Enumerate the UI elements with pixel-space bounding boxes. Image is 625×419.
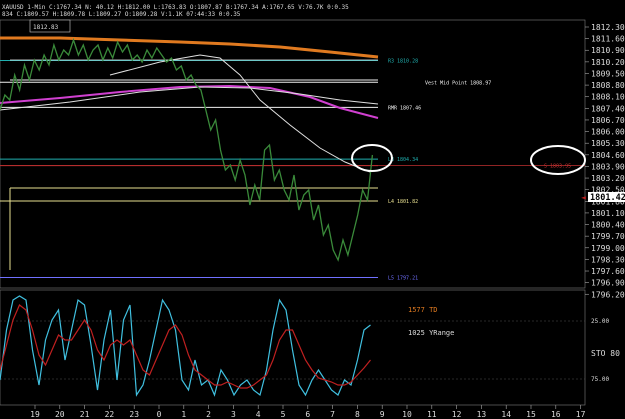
price-tick-label: 1797.60 [591, 267, 625, 276]
time-tick-label: 1 [181, 410, 186, 419]
time-tick-label: 9 [380, 410, 385, 419]
time-tick-label: 13 [477, 410, 487, 419]
level-label: S 1803.95 [544, 164, 571, 170]
price-tick-label: 1796.90 [591, 279, 625, 288]
time-tick-label: 10 [402, 410, 412, 419]
time-tick-label: 17 [576, 410, 586, 419]
price-tick-label: 1809.50 [591, 69, 625, 78]
time-tick-label: 8 [355, 410, 360, 419]
price-tick-label: 1803.90 [591, 162, 625, 171]
indicator-lower-value: 75.00 [591, 376, 609, 383]
time-tick-label: 4 [256, 410, 261, 419]
level-label: Vest Mid Point 1808.97 [425, 80, 491, 86]
indicator-name: STO 80 [591, 349, 620, 358]
time-tick-label: 0 [157, 410, 162, 419]
time-tick-label: 14 [501, 410, 511, 419]
time-tick-label: 21 [80, 410, 90, 419]
time-tick-label: 11 [427, 410, 437, 419]
time-tick-label: 22 [105, 410, 115, 419]
current-price-marker: ◄ [581, 193, 586, 202]
time-tick-label: 23 [129, 410, 139, 419]
time-tick-label: 20 [55, 410, 65, 419]
price-line [0, 37, 374, 262]
price-tick-label: 1812.30 [591, 23, 625, 32]
time-tick-label: 6 [305, 410, 310, 419]
price-tick-label: 1807.40 [591, 104, 625, 113]
time-axis: 19 20 21 22 23 0 1 2 3 4 5 6 7 8 9 10 11 12 13 14 15 16 17 [30, 405, 586, 419]
indicator-td-label: 1577 TD [408, 306, 438, 314]
price-tick-label: 1801.10 [591, 209, 625, 218]
price-axis: 1812.30 1811.60 1810.90 1810.20 1809.50 1808.… [585, 23, 625, 299]
moving-average-fast [109, 54, 371, 173]
time-tick-label: 19 [30, 410, 40, 419]
indicator-yrange-label: 1025 YRange [408, 329, 454, 337]
price-tick-label: 1806.70 [591, 116, 625, 125]
price-tick-label: 1799.70 [591, 232, 625, 241]
indicator-upper-value: 25.00 [591, 318, 609, 325]
price-tick-label: 1803.20 [591, 174, 625, 183]
time-tick-label: 12 [452, 410, 462, 419]
level-label: R3 1810.28 [388, 59, 418, 65]
level-label: RMR 1807.46 [388, 105, 421, 111]
current-price-label: 1801.42 [590, 193, 625, 203]
price-tick-label: 1808.80 [591, 81, 625, 90]
price-tick-label: 1811.60 [591, 35, 625, 44]
highlight-ellipse-level [530, 145, 586, 175]
price-tick-label: 1810.20 [591, 58, 625, 67]
time-tick-label: 16 [551, 410, 561, 419]
price-tick-label: 1805.30 [591, 139, 625, 148]
price-tick-label: 1800.40 [591, 221, 625, 230]
level-label: L4 1801.82 [388, 199, 418, 205]
price-tick-label: 1799.00 [591, 244, 625, 253]
time-tick-label: 3 [231, 410, 236, 419]
price-tick-label: 1810.90 [591, 46, 625, 55]
chart-lines [0, 36, 379, 397]
time-tick-label: 2 [206, 410, 211, 419]
price-tick-label: 1798.30 [591, 255, 625, 264]
price-tick-label: 1808.10 [591, 93, 625, 102]
chart-canvas[interactable]: XAUUSD 1-Min C:1767.34 N: 40.12 H:1812.0… [0, 0, 625, 419]
chart-header-line1: XAUUSD 1-Min C:1767.34 N: 40.12 H:1812.0… [2, 4, 349, 11]
top-box-label: 1812.83 [33, 24, 59, 31]
chart-header-line2: 834 C:1809.57 H:1809.78 L:1809.27 O:1809… [2, 11, 241, 18]
time-tick-label: 15 [526, 410, 536, 419]
price-tick-label: 1806.00 [591, 128, 625, 137]
moving-average-magenta [0, 84, 379, 119]
time-tick-label: 7 [330, 410, 335, 419]
price-levels: R3 1810.28 Vest Mid Point 1808.97 RMR 1807… [0, 59, 585, 281]
level-label: L5 1797.21 [388, 275, 418, 281]
price-tick-label: 1796.20 [591, 290, 625, 299]
price-tick-label: 1804.60 [591, 151, 625, 160]
time-tick-label: 5 [281, 410, 286, 419]
